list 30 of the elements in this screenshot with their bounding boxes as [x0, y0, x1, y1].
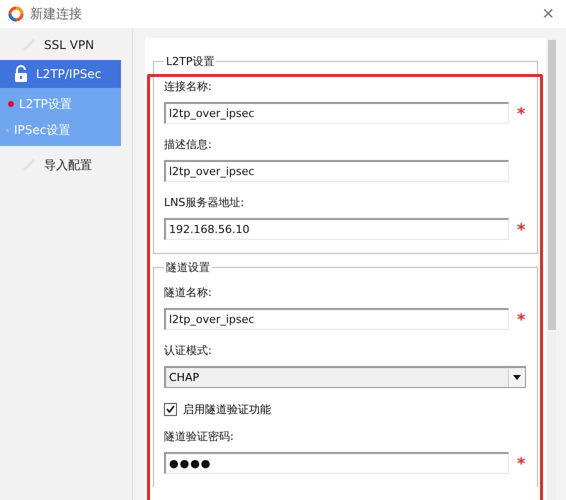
required-mark: *: [517, 220, 526, 238]
input-field[interactable]: 192.168.56.10: [164, 218, 509, 240]
dropdown[interactable]: CHAP: [164, 366, 526, 388]
app-logo-icon: [8, 6, 24, 22]
check-icon: [166, 405, 175, 413]
field-label: 连接名称:: [164, 78, 213, 94]
checkbox[interactable]: [164, 402, 177, 416]
sidebar-item[interactable]: SSL VPN: [0, 32, 121, 58]
checkbox-label: 启用隧道验证功能: [183, 402, 271, 416]
required-mark: *: [517, 104, 526, 122]
sidebar-item[interactable]: 导入配置: [0, 152, 121, 178]
input-field[interactable]: l2tp_over_ipsec: [164, 160, 509, 182]
field-label: 隧道名称:: [164, 284, 213, 300]
field-label: 认证模式:: [164, 342, 213, 358]
checkbox-option[interactable]: 启用隧道验证功能: [164, 395, 527, 423]
required-mark: *: [517, 454, 526, 472]
group-title: L2TP设置: [165, 54, 216, 69]
field-label: 隧道验证密码:: [164, 428, 235, 444]
password-field[interactable]: ●●●●: [164, 452, 509, 474]
field-label: LNS服务器地址:: [164, 194, 246, 210]
close-button[interactable]: ×: [538, 4, 558, 24]
field-label: 描述信息:: [164, 136, 213, 152]
input-field[interactable]: l2tp_over_ipsec: [164, 102, 509, 124]
caret-icon: [513, 375, 521, 380]
input-field[interactable]: l2tp_over_ipsec: [164, 308, 509, 330]
group-title: 隧道设置: [165, 260, 211, 275]
window-title: 新建连接: [30, 6, 83, 23]
sidebar-item[interactable]: L2TP/IPSec: [0, 60, 121, 88]
lock-icon: [14, 65, 28, 83]
required-mark: *: [517, 310, 526, 328]
